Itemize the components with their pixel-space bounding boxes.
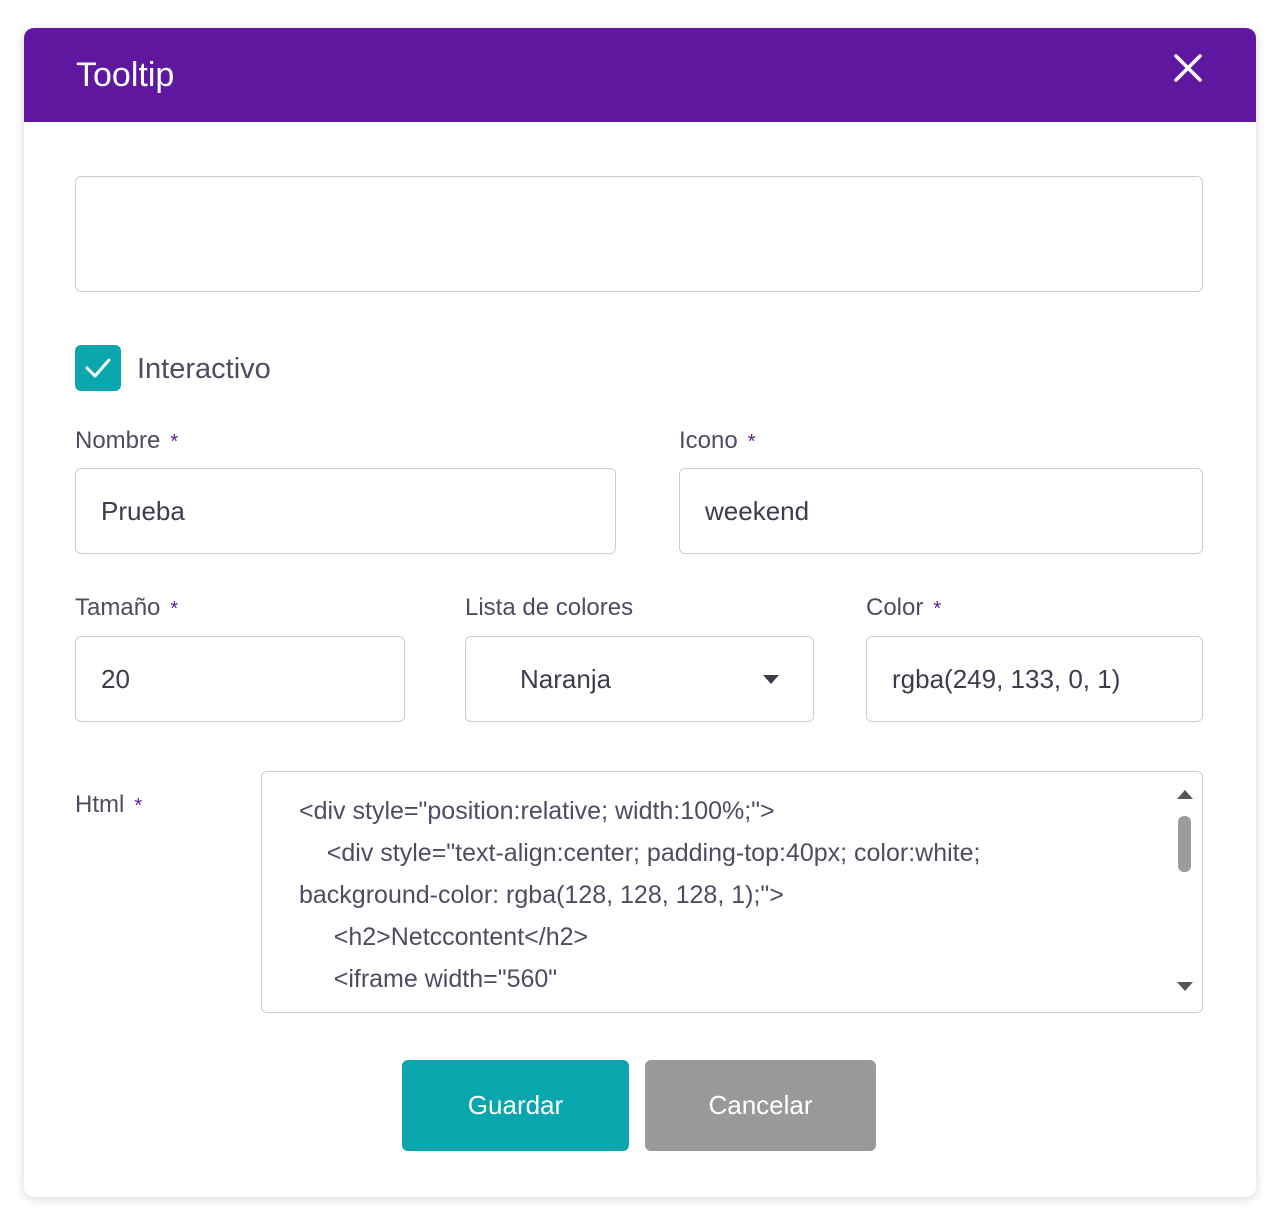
dialog-header: Tooltip	[24, 28, 1256, 122]
html-textarea[interactable]: <div style="position:relative; width:100…	[261, 771, 1203, 1013]
code-line: <div style="position:relative; width:100…	[299, 797, 775, 825]
required-mark: *	[933, 598, 942, 620]
scroll-down-icon[interactable]	[1177, 982, 1193, 992]
save-button[interactable]: Guardar	[402, 1060, 629, 1151]
required-mark: *	[170, 431, 179, 453]
required-mark: *	[170, 598, 179, 620]
color-label: Color *	[866, 593, 941, 624]
lista-colores-label: Lista de colores	[465, 593, 633, 623]
nombre-input[interactable]: Prueba	[75, 468, 616, 554]
close-icon	[1174, 54, 1202, 82]
icono-input[interactable]: weekend	[679, 468, 1203, 554]
code-line: <div style="text-align:center; padding-t…	[299, 839, 981, 867]
dialog-title: Tooltip	[76, 56, 175, 94]
color-list-select[interactable]: Naranja	[465, 636, 814, 722]
nombre-label-text: Nombre	[75, 427, 161, 454]
tooltip-dialog: Tooltip Interactivo Nombre * Prueba Icono…	[24, 28, 1256, 1197]
icono-label-text: Icono	[679, 427, 738, 454]
color-label-text: Color	[866, 594, 924, 621]
close-button[interactable]	[1166, 48, 1210, 92]
html-code: <div style="position:relative; width:100…	[299, 790, 1159, 1000]
nombre-label: Nombre *	[75, 426, 178, 457]
code-line: background-color: rgba(128, 128, 128, 1)…	[299, 881, 784, 909]
icono-label: Icono *	[679, 426, 756, 457]
interactive-label: Interactivo	[137, 353, 271, 385]
tamano-label: Tamaño *	[75, 593, 178, 624]
color-list-selected: Naranja	[520, 664, 612, 694]
html-label-text: Html	[75, 791, 125, 818]
scroll-up-icon[interactable]	[1177, 790, 1193, 800]
required-mark: *	[134, 795, 143, 817]
chevron-down-icon	[763, 675, 779, 684]
description-input[interactable]	[75, 176, 1203, 292]
lista-colores-label-text: Lista de colores	[465, 594, 634, 621]
required-mark: *	[747, 431, 756, 453]
code-line: <iframe width="560"	[299, 965, 558, 993]
html-label: Html *	[75, 790, 142, 821]
cancel-button[interactable]: Cancelar	[645, 1060, 876, 1151]
scrollbar-thumb[interactable]	[1178, 816, 1191, 872]
color-input[interactable]: rgba(249, 133, 0, 1)	[866, 636, 1203, 722]
tamano-label-text: Tamaño	[75, 594, 161, 621]
code-line: <h2>Netccontent</h2>	[299, 923, 589, 951]
check-icon	[85, 358, 111, 378]
interactive-checkbox[interactable]	[75, 345, 121, 391]
tamano-input[interactable]: 20	[75, 636, 405, 722]
